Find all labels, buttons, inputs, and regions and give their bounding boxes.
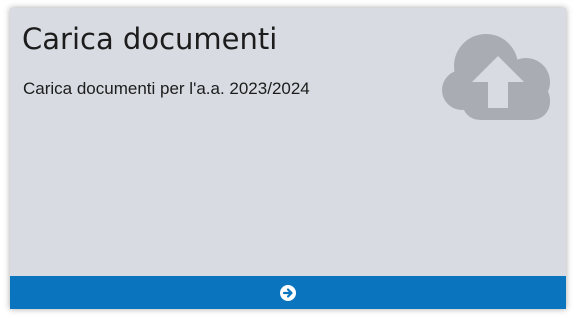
arrow-circle-right-icon [280, 284, 296, 301]
open-card-button[interactable] [10, 276, 566, 309]
cloud-upload-icon [442, 34, 550, 120]
card-title: Carica documenti [22, 22, 278, 56]
upload-documents-card[interactable]: Carica documenti Carica documenti per l'… [10, 8, 566, 309]
card-subtitle: Carica documenti per l'a.a. 2023/2024 [23, 79, 310, 98]
